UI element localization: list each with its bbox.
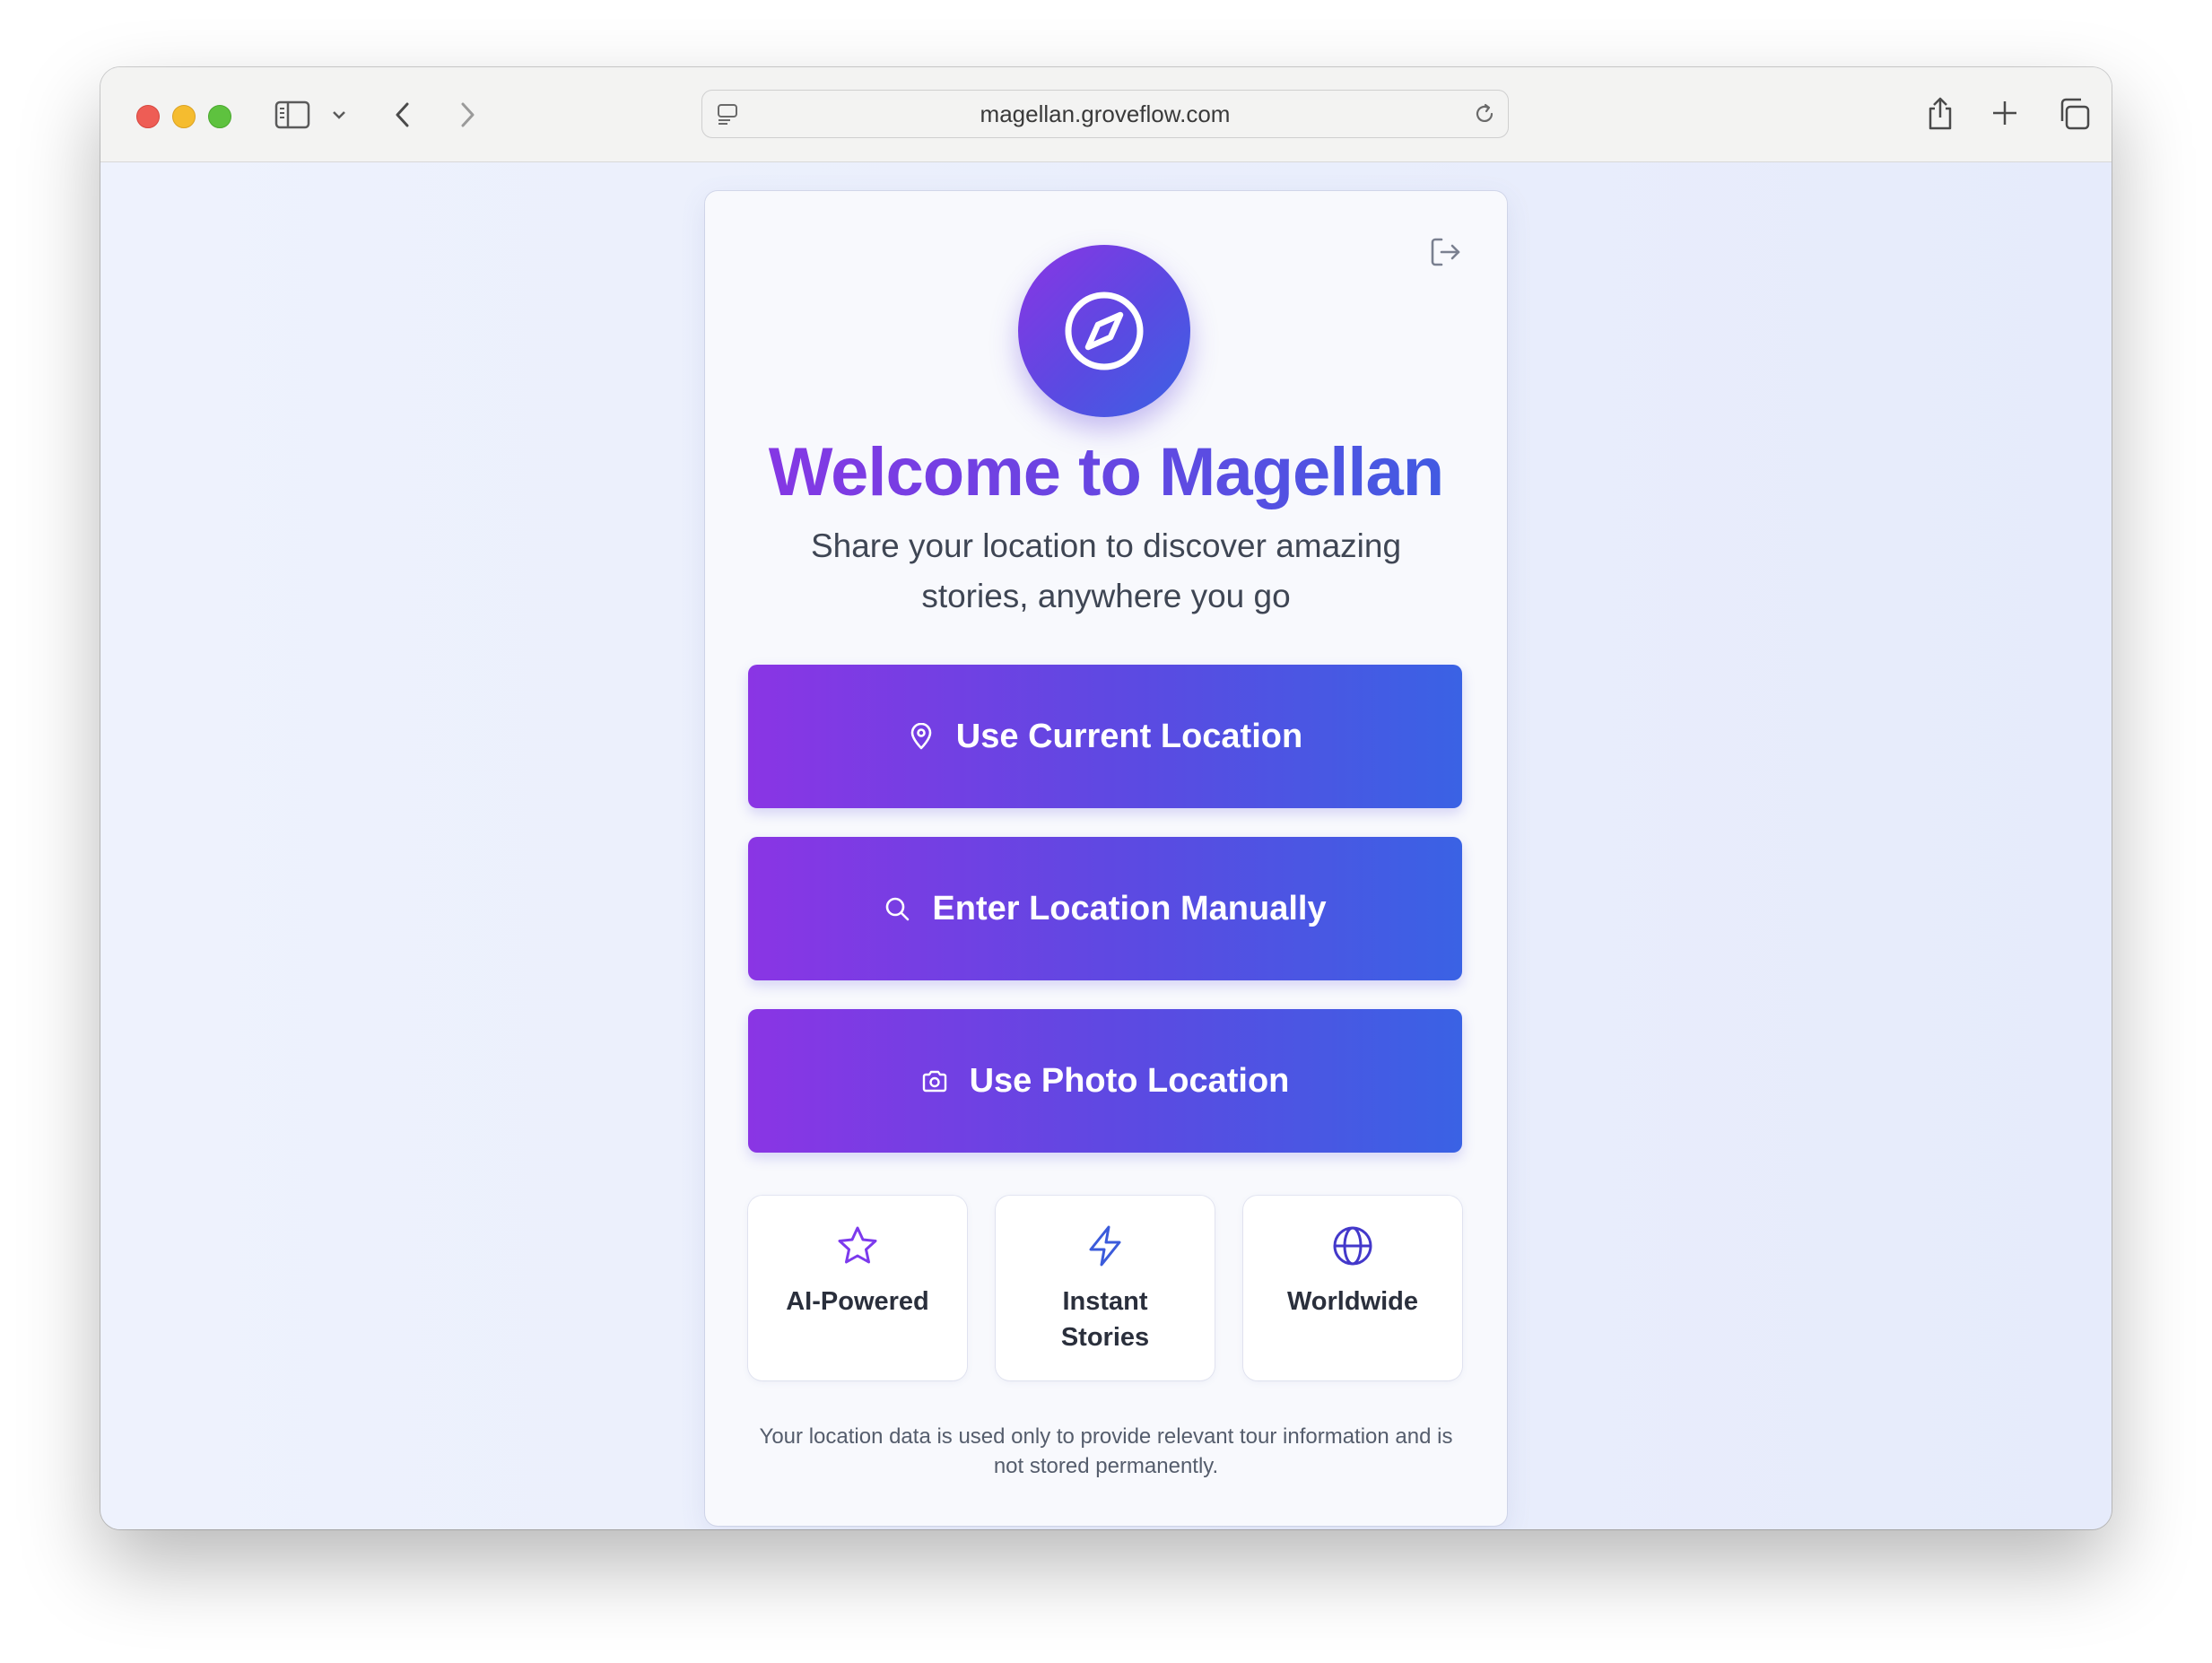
- address-bar[interactable]: magellan.groveflow.com: [701, 90, 1509, 138]
- zoom-window-button[interactable]: [208, 105, 231, 128]
- url-text: magellan.groveflow.com: [980, 100, 1231, 127]
- new-tab-icon[interactable]: [1990, 98, 2020, 128]
- search-icon: [884, 895, 910, 922]
- page-title: Welcome to Magellan: [705, 433, 1507, 511]
- feature-card-instant-stories: Instant Stories: [996, 1196, 1215, 1380]
- enter-location-manually-label: Enter Location Manually: [932, 889, 1327, 927]
- page-content: Welcome to Magellan Share your location …: [100, 162, 2112, 1529]
- enter-location-manually-button[interactable]: Enter Location Manually: [748, 837, 1462, 980]
- minimize-window-button[interactable]: [172, 105, 196, 128]
- use-photo-location-label: Use Photo Location: [969, 1061, 1290, 1100]
- browser-toolbar: magellan.groveflow.com: [100, 67, 2112, 162]
- use-photo-location-button[interactable]: Use Photo Location: [748, 1009, 1462, 1153]
- lightning-icon: [996, 1223, 1215, 1269]
- use-current-location-label: Use Current Location: [955, 717, 1303, 755]
- sidebar-toggle-icon[interactable]: [274, 100, 310, 130]
- logout-icon[interactable]: [1428, 234, 1464, 270]
- forward-arrow-icon[interactable]: [454, 100, 481, 130]
- feature-label: AI-Powered: [786, 1287, 929, 1316]
- page-subtitle: Share your location to discover amazing …: [810, 527, 1402, 614]
- feature-card-ai-powered: AI-Powered: [748, 1196, 967, 1380]
- feature-label: Instant Stories: [1060, 1287, 1150, 1352]
- close-window-button[interactable]: [136, 105, 160, 128]
- feature-label: Worldwide: [1286, 1287, 1419, 1316]
- globe-icon: [1243, 1223, 1462, 1269]
- back-arrow-icon[interactable]: [389, 100, 416, 130]
- star-icon: [748, 1223, 967, 1269]
- chevron-down-icon[interactable]: [330, 105, 348, 125]
- camera-icon: [921, 1067, 948, 1094]
- feature-card-worldwide: Worldwide: [1243, 1196, 1462, 1380]
- reload-icon[interactable]: [1472, 101, 1497, 126]
- tab-overview-icon[interactable]: [2056, 96, 2092, 132]
- compass-logo-icon: [1018, 245, 1190, 417]
- privacy-note: Your location data is used only to provi…: [759, 1424, 1453, 1478]
- share-icon[interactable]: [1925, 94, 1955, 134]
- welcome-card: Welcome to Magellan Share your location …: [705, 191, 1507, 1526]
- map-pin-icon: [908, 723, 935, 750]
- browser-window: magellan.groveflow.com Welcome to Magell…: [100, 67, 2112, 1529]
- use-current-location-button[interactable]: Use Current Location: [748, 665, 1462, 808]
